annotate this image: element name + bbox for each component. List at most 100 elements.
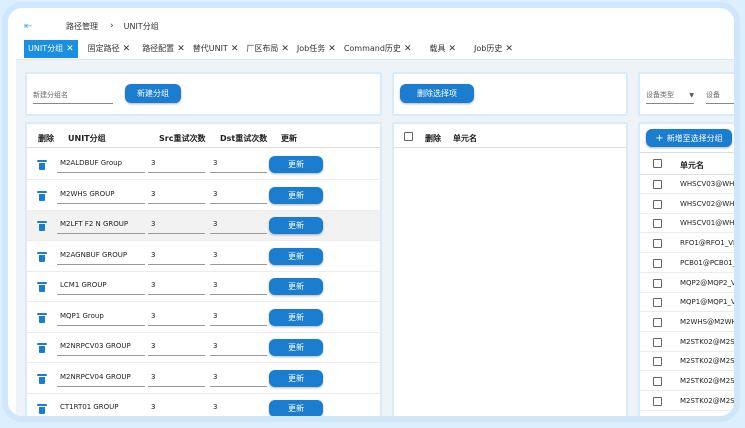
group-name-field[interactable]: M2ALDBUF Group <box>57 159 145 173</box>
trash-icon[interactable] <box>37 343 47 353</box>
tab-label: 替代UNIT <box>192 44 228 53</box>
dst-retry-field[interactable]: 3 <box>210 190 267 204</box>
trash-icon[interactable] <box>37 190 47 201</box>
unit-checkbox[interactable] <box>653 180 662 189</box>
update-button[interactable]: 更新 <box>269 217 323 234</box>
dst-retry-field[interactable]: 3 <box>210 281 267 295</box>
unit-checkbox[interactable] <box>653 298 662 308</box>
close-icon[interactable]: ✕ <box>448 44 456 54</box>
src-retry-field[interactable]: 3 <box>148 281 205 295</box>
trash-icon[interactable] <box>37 251 47 262</box>
unit-checkbox[interactable] <box>653 377 662 386</box>
src-retry-field[interactable]: 3 <box>148 220 205 234</box>
close-icon[interactable]: ✕ <box>505 44 513 54</box>
tab-label: 路径配置 <box>142 44 175 53</box>
src-retry-field[interactable]: 3 <box>148 312 205 326</box>
group-name-field[interactable]: LCM1 GROUP <box>57 281 145 295</box>
close-icon[interactable]: ✕ <box>281 44 289 54</box>
group-name-field[interactable]: M2LFT F2 N GROUP <box>57 220 145 234</box>
dst-retry-field[interactable]: 3 <box>210 220 267 234</box>
src-retry-field[interactable]: 3 <box>148 190 205 204</box>
close-icon[interactable]: ✕ <box>177 44 185 54</box>
close-icon[interactable]: ✕ <box>66 44 74 54</box>
select-all-checkbox[interactable] <box>653 159 662 168</box>
unit-name: M2STK02@M2STK <box>680 396 734 405</box>
update-button[interactable]: 更新 <box>269 400 323 416</box>
group-name-field[interactable]: CT1RT01 GROUP <box>57 403 145 416</box>
dst-retry-field[interactable]: 3 <box>210 159 267 173</box>
tab-command-history[interactable]: Command历史 ✕ <box>340 40 416 58</box>
dst-retry-field[interactable]: 3 <box>210 342 267 356</box>
tab-job-task[interactable]: Job任务 ✕ <box>293 40 340 58</box>
tab-factory-layout[interactable]: 厂区布局 ✕ <box>242 40 293 58</box>
unit-checkbox[interactable] <box>653 357 662 367</box>
new-group-button[interactable]: 新建分组 <box>125 84 181 103</box>
unit-pool-header: 单元名 <box>640 153 734 175</box>
tab-job-history[interactable]: Job历史 ✕ <box>470 40 517 58</box>
close-icon[interactable]: ✕ <box>404 44 412 54</box>
dst-retry-field[interactable]: 3 <box>210 251 267 265</box>
trash-icon[interactable] <box>37 404 47 414</box>
update-button[interactable]: 更新 <box>269 278 323 295</box>
device-type-select[interactable]: 设备类型 ▼ <box>646 90 694 104</box>
dst-retry-field[interactable]: 3 <box>210 403 267 416</box>
src-retry-field[interactable]: 3 <box>148 342 205 356</box>
trash-icon[interactable] <box>37 160 47 170</box>
src-retry-field[interactable]: 3 <box>148 159 205 173</box>
dst-retry-field[interactable]: 3 <box>210 312 267 326</box>
update-button[interactable]: 更新 <box>269 308 323 326</box>
trash-icon[interactable] <box>37 373 47 384</box>
unit-checkbox[interactable] <box>653 258 662 268</box>
delete-selected-button[interactable]: 删除选择项 <box>400 84 474 103</box>
breadcrumb-parent[interactable]: 路径管理 <box>66 21 98 32</box>
list-item: WHSCV03@WHSC <box>640 175 734 194</box>
add-to-group-label: 新增至选择分组 <box>666 133 723 143</box>
header-dst: Dst重试次数 <box>220 134 268 143</box>
tab-carrier[interactable]: 载具 ✕ <box>425 40 460 58</box>
tab-alt-unit[interactable]: 替代UNIT ✕ <box>189 40 243 58</box>
update-button[interactable]: 更新 <box>269 369 323 387</box>
dst-retry-field[interactable]: 3 <box>210 373 267 387</box>
trash-icon[interactable] <box>37 282 47 292</box>
src-retry-field[interactable]: 3 <box>148 373 205 387</box>
src-retry-field[interactable]: 3 <box>148 251 205 265</box>
update-button[interactable]: 更新 <box>269 156 323 173</box>
unit-checkbox[interactable] <box>653 278 662 288</box>
add-to-group-button[interactable]: + 新增至选择分组 <box>646 129 732 147</box>
tab-unit-group[interactable]: UNIT分组 ✕ <box>24 39 78 58</box>
group-name-field[interactable]: MQP1 Group <box>57 312 145 326</box>
unit-checkbox[interactable] <box>653 337 662 347</box>
update-button[interactable]: 更新 <box>269 339 323 356</box>
trash-icon[interactable] <box>37 221 47 231</box>
list-item: M2STK02@M2STK <box>640 411 734 416</box>
update-button[interactable]: 更新 <box>269 247 323 265</box>
device-select[interactable]: 设备 <box>706 90 734 104</box>
group-name-field[interactable]: M2AGNBUF GROUP <box>57 251 145 265</box>
unit-checkbox[interactable] <box>653 239 662 249</box>
unit-checkbox[interactable] <box>653 219 662 229</box>
breadcrumb-current: UNIT分组 <box>123 21 159 31</box>
tab-fixed-route[interactable]: 固定路径 ✕ <box>84 40 135 58</box>
trash-icon[interactable] <box>37 312 47 323</box>
list-item: M2STK02@M2STK <box>640 372 734 391</box>
list-item: WHSCV02@WHSC <box>640 195 734 214</box>
close-icon[interactable]: ✕ <box>328 44 336 54</box>
group-name-field[interactable]: M2NRPCV04 GROUP <box>57 373 145 387</box>
top-bar: ⇤ 路径管理 › UNIT分组 <box>16 14 734 38</box>
collapse-icon[interactable]: ⇤ <box>24 21 40 32</box>
unit-checkbox[interactable] <box>653 396 662 406</box>
group-name-field[interactable]: M2NRPCV03 GROUP <box>57 342 145 356</box>
unit-checkbox[interactable] <box>653 199 662 209</box>
unit-checkbox[interactable] <box>653 317 662 327</box>
tab-route-config[interactable]: 路径配置 ✕ <box>138 40 189 58</box>
group-name-field[interactable]: M2WHS GROUP <box>57 190 145 204</box>
new-group-input[interactable]: 新建分组名 <box>33 90 113 104</box>
list-item: RFO1@RFO1_VP(1 <box>640 234 734 254</box>
tab-label: 固定路径 <box>87 44 120 53</box>
update-button[interactable]: 更新 <box>269 186 323 204</box>
src-retry-field[interactable]: 3 <box>148 403 205 416</box>
close-icon[interactable]: ✕ <box>123 44 131 54</box>
close-icon[interactable]: ✕ <box>231 44 239 54</box>
select-all-checkbox[interactable] <box>404 132 413 141</box>
header-group: UNIT分组 <box>68 134 106 143</box>
